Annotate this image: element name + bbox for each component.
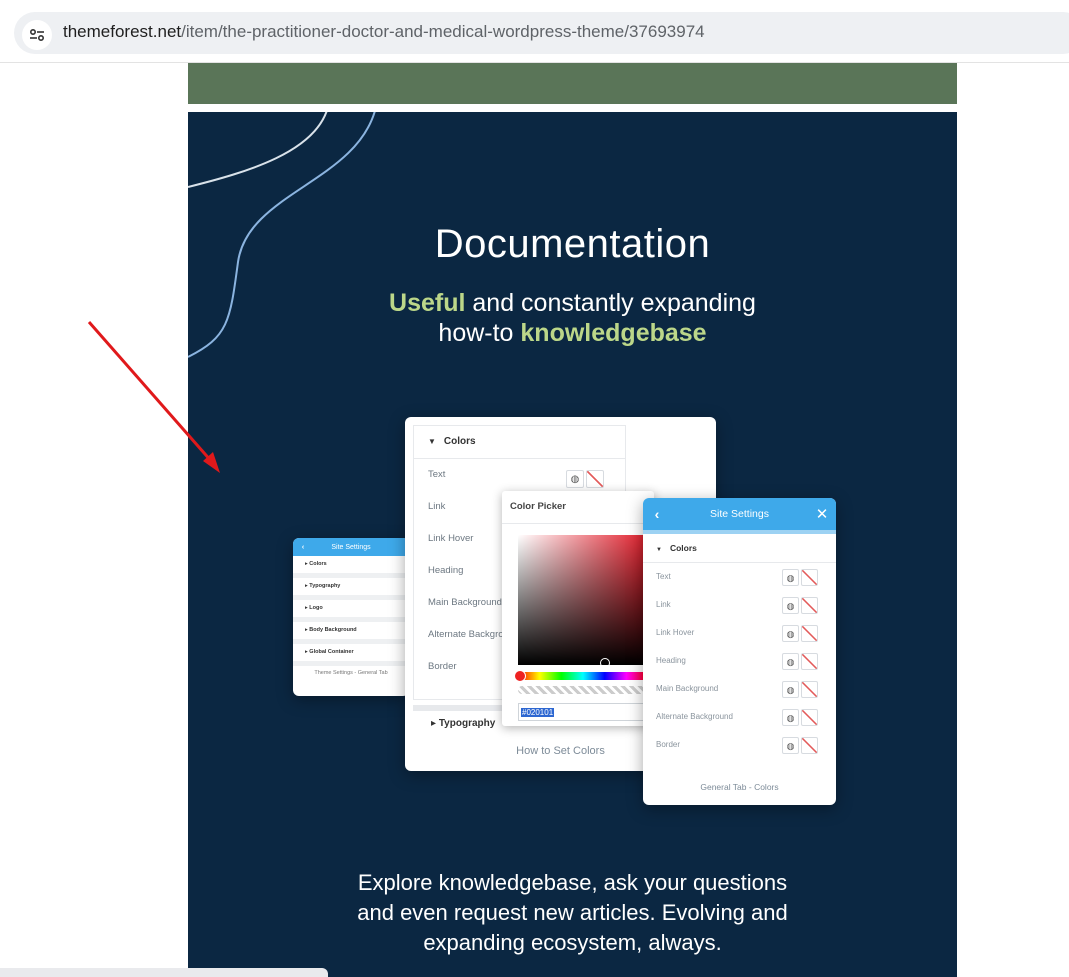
alpha-slider — [518, 686, 648, 694]
site-settings-footer: General Tab - Colors — [700, 782, 779, 792]
no-color-icon — [801, 597, 818, 614]
globe-icon: ◍ — [782, 681, 799, 698]
small-card-item: Typography — [293, 578, 409, 600]
url-path: /item/the-practitioner-doctor-and-medica… — [181, 22, 705, 41]
small-card-item: Body Background — [293, 622, 409, 644]
description-line: and even request new articles. Evolving … — [357, 900, 788, 925]
site-settings-card: ‹ Site Settings ✕ ▼ Colors Text ◍ Link ◍ Li… — [643, 498, 836, 805]
site-color-option: Link ◍ — [643, 591, 836, 619]
globe-icon: ◍ — [782, 709, 799, 726]
url-domain: themeforest.net — [63, 22, 182, 41]
no-color-icon — [801, 681, 818, 698]
small-card-header: ‹ Site Settings — [293, 538, 409, 556]
color-cursor — [600, 658, 610, 668]
small-card-item: Colors — [293, 556, 409, 578]
page-title: Documentation — [434, 222, 711, 266]
color-picker-title: Color Picker — [502, 491, 654, 524]
subtitle-text: and constantly expanding — [465, 289, 756, 317]
color-controls: ◍ — [782, 681, 818, 698]
back-icon: ‹ — [654, 506, 660, 522]
small-card-title: Site Settings — [331, 543, 371, 551]
hex-value: #020101 — [521, 708, 555, 717]
site-color-option: Border ◍ — [643, 731, 836, 759]
site-color-option: Heading ◍ — [643, 647, 836, 675]
globe-icon: ◍ — [782, 737, 799, 754]
hero-subtitle: Useful and constantly expanding how-to k… — [188, 288, 957, 348]
caret-right-icon: ▸ — [431, 718, 439, 729]
hero-description: Explore knowledgebase, ask your question… — [188, 868, 957, 958]
site-color-option: Main Background ◍ — [643, 675, 836, 703]
tune-icon[interactable] — [22, 20, 52, 50]
site-color-option-label: Link Hover — [656, 628, 695, 637]
colors-section-label: Colors — [443, 436, 476, 447]
subtitle-highlight-useful: Useful — [389, 289, 466, 317]
site-colors-label: Colors — [669, 543, 697, 553]
site-color-option-label: Text — [656, 572, 671, 581]
typography-label: Typography — [438, 718, 496, 729]
hex-input: #020101 — [518, 703, 648, 721]
small-card-footer: Theme Settings - General Tab — [314, 670, 388, 676]
description-line: Explore knowledgebase, ask your question… — [357, 870, 788, 895]
description-line: expanding ecosystem, always. — [423, 930, 722, 955]
color-controls: ◍ — [782, 597, 818, 614]
globe-icon: ◍ — [782, 653, 799, 670]
site-colors-section: ▼ Colors — [643, 534, 836, 563]
colors-section-header: ▼ Colors — [414, 426, 625, 459]
globe-icon: ◍ — [782, 597, 799, 614]
small-card-item: Logo — [293, 600, 409, 622]
site-color-option: Text ◍ — [643, 563, 836, 591]
color-controls: ◍ — [782, 709, 818, 726]
url-text[interactable]: themeforest.net/item/the-practitioner-do… — [63, 22, 705, 42]
subtitle-prefix: how-to — [438, 319, 521, 347]
subtitle-highlight-knowledgebase: knowledgebase — [520, 319, 707, 347]
color-picker-popup: Color Picker #020101 — [502, 491, 654, 726]
back-icon: ‹ — [301, 543, 305, 551]
site-color-option-label: Heading — [656, 656, 686, 665]
small-site-settings-card: ‹ Site Settings Colors Typography Logo B… — [293, 538, 409, 696]
color-controls: ◍ — [782, 737, 818, 754]
browser-address-bar: themeforest.net/item/the-practitioner-do… — [0, 0, 1069, 63]
status-bar — [0, 968, 328, 977]
caret-down-icon: ▼ — [428, 437, 436, 446]
text-color-controls: ◍ — [566, 470, 604, 488]
globe-icon: ◍ — [566, 470, 584, 488]
no-color-icon — [801, 709, 818, 726]
saturation-area — [518, 535, 648, 665]
hue-handle — [514, 670, 526, 682]
site-color-option-label: Border — [656, 740, 681, 749]
no-color-icon — [801, 569, 818, 586]
caret-down-icon: ▼ — [656, 547, 662, 553]
site-color-option-label: Main Background — [656, 684, 719, 693]
no-color-icon — [801, 653, 818, 670]
site-color-option-label: Alternate Background — [656, 712, 733, 721]
site-color-option: Alternate Background ◍ — [643, 703, 836, 731]
top-image-band — [188, 63, 957, 104]
globe-icon: ◍ — [782, 625, 799, 642]
small-card-item: Global Container — [293, 644, 409, 666]
no-color-icon — [801, 625, 818, 642]
site-settings-header: ‹ Site Settings ✕ — [643, 498, 836, 534]
no-color-icon — [801, 737, 818, 754]
documentation-banner: Documentation Useful and constantly expa… — [188, 112, 957, 977]
hue-slider — [518, 672, 648, 680]
no-color-icon — [586, 470, 604, 488]
globe-icon: ◍ — [782, 569, 799, 586]
site-color-option: Link Hover ◍ — [643, 619, 836, 647]
site-settings-title: Site Settings — [710, 508, 769, 520]
color-controls: ◍ — [782, 625, 818, 642]
site-color-option-label: Link — [656, 600, 671, 609]
color-controls: ◍ — [782, 653, 818, 670]
color-controls: ◍ — [782, 569, 818, 586]
close-icon: ✕ — [815, 506, 829, 523]
